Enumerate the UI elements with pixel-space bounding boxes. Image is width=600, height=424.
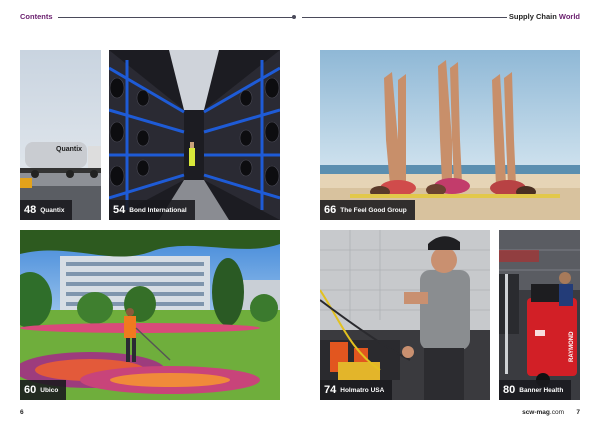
park-gardener-photo: [20, 230, 280, 400]
workshop-technician-photo: [320, 230, 490, 400]
truck-logo-text: Quantix: [56, 146, 82, 153]
contents-title: Contents: [20, 12, 53, 21]
tile-caption: 60 Ubico: [20, 380, 67, 400]
article-title: The Feel Good Group: [340, 206, 407, 214]
tile-caption: 80 Banner Health: [499, 380, 572, 400]
article-tile-ubico[interactable]: 60 Ubico: [20, 230, 280, 400]
beach-legs-photo: [320, 50, 580, 220]
page-number: 54: [113, 204, 126, 216]
page-number: 66: [324, 204, 337, 216]
article-title: Holmatro USA: [340, 386, 385, 394]
tile-caption: 48 Quantix: [20, 200, 73, 220]
page-number: 48: [24, 204, 37, 216]
article-title: Ubico: [40, 386, 59, 394]
header-rule-dot: [292, 15, 296, 19]
article-tile-bond-international[interactable]: 54 Bond International: [109, 50, 280, 220]
page-number: 60: [24, 384, 37, 396]
article-tile-quantix[interactable]: Quantix 48 Quantix: [20, 50, 101, 220]
header-rule-right: [302, 17, 507, 18]
website-link[interactable]: scw-mag.com: [522, 409, 564, 416]
tile-caption: 74 Holmatro USA: [320, 380, 393, 400]
magazine-title-prefix: Supply Chain: [508, 12, 557, 21]
website-tld: .com: [549, 409, 564, 416]
article-tile-holmatro-usa[interactable]: 74 Holmatro USA: [320, 230, 490, 400]
forklift-brand-text: RAYMOND: [569, 331, 575, 362]
magazine-title-accent: World: [558, 12, 580, 21]
article-title: Quantix: [40, 206, 65, 214]
page-number: 74: [324, 384, 337, 396]
right-page-number: 7: [576, 409, 580, 416]
website-name: scw-mag: [522, 409, 550, 416]
article-tile-feel-good-group[interactable]: 66 The Feel Good Group: [320, 50, 580, 220]
tile-caption: 66 The Feel Good Group: [320, 200, 415, 220]
quantix-truck-photo: Quantix: [20, 50, 101, 220]
forklift-photo: RAYMOND: [499, 230, 580, 400]
magazine-title: Supply Chain World: [509, 12, 580, 21]
article-title: Bond International: [129, 206, 187, 214]
tire-warehouse-photo: [109, 50, 280, 220]
page-number: 80: [503, 384, 516, 396]
header-rule-left: [58, 17, 294, 18]
left-page-number: 6: [20, 409, 24, 416]
tile-caption: 54 Bond International: [109, 200, 195, 220]
article-tile-banner-health[interactable]: RAYMOND 80 Banner Health: [499, 230, 580, 400]
article-title: Banner Health: [519, 386, 564, 394]
